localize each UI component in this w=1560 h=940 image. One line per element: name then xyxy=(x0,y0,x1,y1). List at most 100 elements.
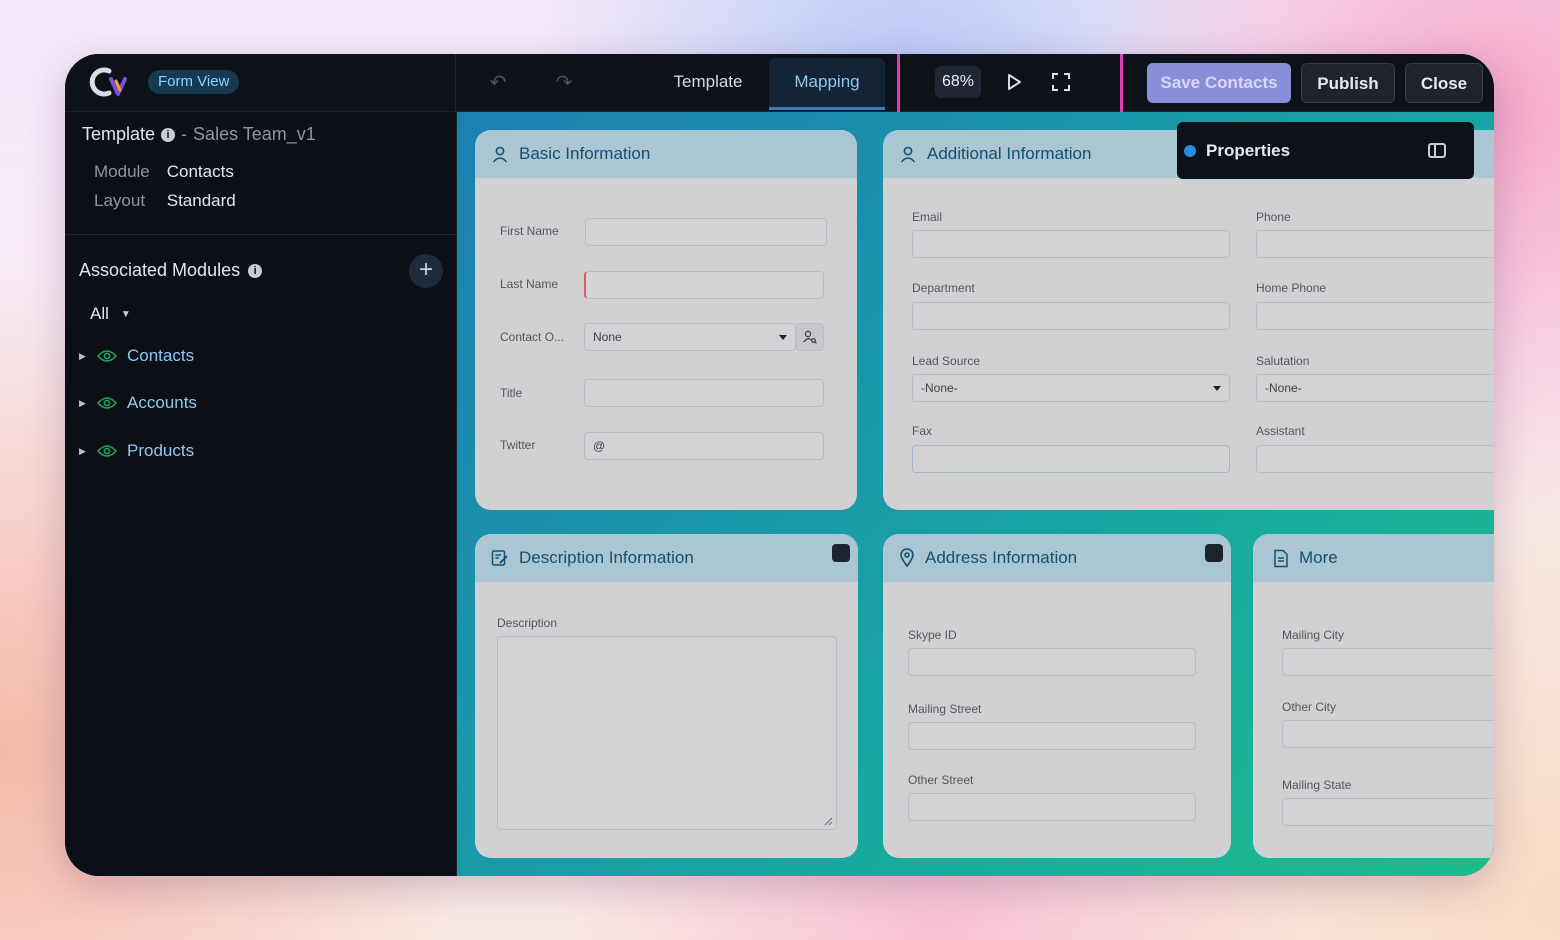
skype-id-label: Skype ID xyxy=(908,628,957,642)
assistant-field[interactable] xyxy=(1256,445,1494,473)
add-module-button[interactable]: + xyxy=(409,254,443,288)
salutation-label: Salutation xyxy=(1256,354,1310,368)
contact-owner-select[interactable]: None xyxy=(584,323,796,351)
play-icon xyxy=(1008,74,1021,90)
edit-note-icon xyxy=(491,550,508,566)
undo-icon[interactable]: ↶ xyxy=(485,70,511,96)
panel-toggle-icon[interactable] xyxy=(1428,143,1446,158)
description-information-card[interactable]: Description Information Description xyxy=(475,534,858,858)
eye-icon xyxy=(97,397,117,409)
close-button[interactable]: Close xyxy=(1405,63,1483,103)
sidebar-item-contacts[interactable]: ▶ Contacts xyxy=(79,346,194,366)
module-filter-dropdown[interactable]: All ▼ xyxy=(90,304,131,324)
card-header: Basic Information xyxy=(475,130,857,178)
description-textarea[interactable] xyxy=(497,636,837,830)
card-title: More xyxy=(1299,548,1338,567)
top-bar: Form View ↶ ↷ Template Mapping 68% Save … xyxy=(65,54,1494,132)
fullscreen-button[interactable] xyxy=(1046,67,1076,97)
home-phone-field[interactable] xyxy=(1256,302,1494,330)
app-logo-icon xyxy=(89,67,127,97)
card-header: Address Information xyxy=(883,534,1231,582)
module-row: Module Contacts xyxy=(94,162,234,182)
properties-panel[interactable]: Properties xyxy=(1177,122,1474,179)
additional-information-card[interactable]: Additional Information Email Phone Depar… xyxy=(883,130,1494,510)
associated-modules-title: Associated Modules i xyxy=(79,260,263,281)
twitter-field[interactable]: @ xyxy=(584,432,824,460)
phone-label: Phone xyxy=(1256,210,1291,224)
phone-field[interactable] xyxy=(1256,230,1494,258)
save-contacts-button[interactable]: Save Contacts xyxy=(1147,63,1291,103)
card-title: Basic Information xyxy=(519,144,651,163)
sidebar-item-label: Contacts xyxy=(127,346,195,365)
title-label: Title xyxy=(500,386,523,400)
template-separator: - xyxy=(181,124,188,144)
other-city-field[interactable] xyxy=(1282,720,1494,748)
salutation-value: -None- xyxy=(1265,381,1302,395)
info-icon[interactable]: i xyxy=(248,263,263,278)
caret-down-icon xyxy=(1213,386,1221,391)
address-information-card[interactable]: Address Information Skype ID Mailing Str… xyxy=(883,534,1231,858)
title-field[interactable] xyxy=(584,379,824,407)
mailing-city-field[interactable] xyxy=(1282,648,1494,676)
skype-id-field[interactable] xyxy=(908,648,1196,676)
first-name-field[interactable] xyxy=(585,218,827,246)
layout-row: Layout Standard xyxy=(94,191,236,211)
contact-owner-value: None xyxy=(593,330,622,344)
department-label: Department xyxy=(912,281,975,295)
add-field-icon[interactable] xyxy=(832,544,850,562)
sidebar: Template i - Sales Team_v1 Module Contac… xyxy=(65,112,457,876)
twitter-label: Twitter xyxy=(500,438,536,452)
play-preview-button[interactable] xyxy=(999,67,1029,97)
lead-source-value: -None- xyxy=(921,381,958,395)
card-title: Address Information xyxy=(925,548,1078,567)
tab-mapping[interactable]: Mapping xyxy=(769,58,885,110)
assistant-label: Assistant xyxy=(1256,424,1305,438)
sidebar-divider xyxy=(65,234,457,235)
sidebar-item-label: Products xyxy=(127,441,195,460)
form-canvas: Basic Information First Name Last Name C… xyxy=(457,112,1494,876)
last-name-field[interactable] xyxy=(584,271,824,299)
mailing-state-label: Mailing State xyxy=(1282,778,1352,792)
info-icon[interactable]: i xyxy=(161,127,176,142)
sidebar-item-products[interactable]: ▶ Products xyxy=(79,441,194,461)
layout-value: Standard xyxy=(166,191,236,210)
publish-button[interactable]: Publish xyxy=(1301,63,1395,103)
salutation-select[interactable]: -None- xyxy=(1256,374,1494,402)
user-icon xyxy=(492,146,508,163)
user-search-icon xyxy=(803,330,817,344)
caret-down-icon: ▼ xyxy=(120,309,131,321)
template-title: Template i - Sales Team_v1 xyxy=(82,124,316,145)
document-icon xyxy=(1274,549,1288,567)
redo-icon[interactable]: ↷ xyxy=(551,70,577,96)
description-label: Description xyxy=(497,616,558,630)
resize-handle-icon[interactable] xyxy=(823,816,833,826)
user-lookup-button[interactable] xyxy=(796,323,824,351)
tab-template[interactable]: Template xyxy=(653,58,763,110)
other-street-field[interactable] xyxy=(908,793,1196,821)
status-dot xyxy=(1184,144,1196,157)
department-field[interactable] xyxy=(912,302,1230,330)
expand-icon[interactable]: ▶ xyxy=(79,398,87,409)
mailing-state-field[interactable] xyxy=(1282,798,1494,826)
basic-information-card[interactable]: Basic Information First Name Last Name C… xyxy=(475,130,857,510)
more-card[interactable]: More Mailing City Other City Mailing Sta… xyxy=(1253,534,1494,858)
associated-modules-label: Associated Modules xyxy=(79,260,241,280)
add-field-icon[interactable] xyxy=(1205,544,1223,562)
other-street-label: Other Street xyxy=(908,773,974,787)
email-label: Email xyxy=(912,210,943,224)
fullscreen-icon xyxy=(1052,73,1070,91)
module-filter-value: All xyxy=(90,304,109,323)
sidebar-item-label: Accounts xyxy=(127,393,197,412)
zoom-level[interactable]: 68% xyxy=(935,66,981,98)
sidebar-item-accounts[interactable]: ▶ Accounts xyxy=(79,393,197,413)
lead-source-select[interactable]: -None- xyxy=(912,374,1230,402)
expand-icon[interactable]: ▶ xyxy=(79,351,87,362)
form-view-badge[interactable]: Form View xyxy=(148,70,240,94)
mailing-street-field[interactable] xyxy=(908,722,1196,750)
fax-field[interactable] xyxy=(912,445,1230,473)
expand-icon[interactable]: ▶ xyxy=(79,446,87,457)
card-title: Description Information xyxy=(519,548,694,567)
eye-icon xyxy=(97,350,117,362)
email-field[interactable] xyxy=(912,230,1230,258)
layout-key: Layout xyxy=(94,191,146,210)
